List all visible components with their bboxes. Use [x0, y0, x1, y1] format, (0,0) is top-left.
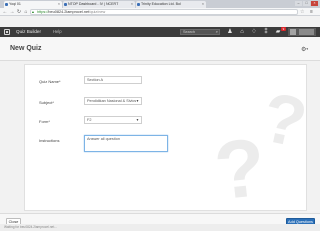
app-header: Quiz Builder Help Search ⌕ ♟ ⌂ ♢ ⁑ ▰ 9	[0, 27, 320, 37]
tab-close-icon[interactable]: ×	[131, 1, 133, 8]
subject-value: Pendidikan Nasional & Sivics	[87, 99, 137, 103]
caret-down-icon: ▼	[135, 99, 139, 103]
address-bar[interactable]: 🔒︎ https://beu0824.2lamprocel.net/quiz/n…	[30, 9, 298, 15]
browser-tab-label: Trinity Education Ltd. Bol	[141, 2, 181, 6]
subject-row: Subject* Pendidikan Nasional & Sivics ▼	[25, 97, 306, 111]
search-icon[interactable]: ⌕	[216, 30, 218, 34]
user-avatar[interactable]	[288, 28, 316, 36]
browser-toolbar: ← → ↻ ⌂ 🔒︎ https://beu0824.2lamprocel.ne…	[0, 8, 320, 16]
window-controls: – □ ×	[295, 1, 318, 6]
subject-label: Subject*	[39, 100, 54, 105]
status-text: Waiting for beu0824.2lamprocel.net...	[4, 225, 57, 229]
subject-select[interactable]: Pendidikan Nasional & Sivics ▼	[84, 97, 142, 105]
tab-favicon-icon	[5, 3, 8, 6]
instructions-label: Instructions	[39, 138, 60, 143]
home-icon[interactable]: ⌂	[23, 9, 29, 15]
browser-tab-label: Yoqi 01	[9, 2, 21, 6]
instructions-row: Instructions Answer all question	[25, 135, 306, 155]
maximize-icon[interactable]: □	[303, 1, 310, 6]
form-row: Form* F2 ▼	[25, 116, 306, 130]
minimize-icon[interactable]: –	[295, 1, 302, 6]
window-close-icon[interactable]: ×	[311, 1, 318, 6]
url-host: beu0824.2lamprocel.net	[48, 10, 90, 14]
url-scheme: https://	[37, 10, 49, 14]
app-logo-icon	[4, 29, 10, 35]
idea-icon[interactable]: ♢	[250, 28, 258, 36]
settings-menu[interactable]: ⚙▾	[301, 46, 308, 54]
instructions-value: Answer all question	[87, 137, 120, 141]
browser-tab[interactable]: NTOP Dashboard - IV | NCERT ×	[63, 1, 135, 8]
page-header: New Quiz ⚙▾	[0, 37, 320, 61]
tab-favicon-icon	[137, 3, 140, 6]
browser-tab[interactable]: Yoqi 01 ×	[4, 1, 62, 8]
forward-icon[interactable]: →	[9, 9, 15, 15]
home-icon[interactable]: ⌂	[238, 28, 246, 36]
form-label: Form*	[39, 119, 50, 124]
bookmark-star-icon[interactable]: ☆	[300, 9, 304, 15]
quiz-name-value: Section A	[87, 78, 104, 82]
browser-tab[interactable]: Trinity Education Ltd. Bol ×	[136, 1, 206, 8]
notification-badge: 9	[281, 27, 286, 31]
page-title: New Quiz	[10, 45, 42, 52]
app-title[interactable]: Quiz Builder	[16, 27, 41, 37]
browser-tab-strip: Yoqi 01 × NTOP Dashboard - IV | NCERT × …	[0, 0, 320, 8]
browser-menu-icon[interactable]: ≡	[310, 9, 313, 15]
lock-icon: 🔒︎	[32, 10, 34, 14]
browser-status-bar: Waiting for beu0824.2lamprocel.net...	[0, 224, 320, 231]
quiz-form-card: ? ? Quiz Name* Section A Subject* Pendid…	[24, 64, 307, 211]
tab-close-icon[interactable]: ×	[58, 1, 60, 8]
caret-down-icon: ▼	[135, 118, 139, 122]
browser-tab-label: NTOP Dashboard - IV | NCERT	[68, 2, 119, 6]
screenshot: Yoqi 01 × NTOP Dashboard - IV | NCERT × …	[0, 0, 320, 231]
search-placeholder: Search	[183, 30, 196, 34]
url-path: /quiz/new	[89, 10, 106, 14]
tab-favicon-icon	[64, 3, 67, 6]
instructions-textarea[interactable]: Answer all question	[84, 135, 168, 152]
quiz-name-field[interactable]: Section A	[84, 76, 142, 84]
bell-icon[interactable]: ♟	[226, 28, 234, 36]
search-input[interactable]: Search ⌕	[180, 29, 220, 35]
back-icon[interactable]: ←	[2, 9, 8, 15]
caret-down-icon: ▾	[306, 47, 309, 51]
quiz-name-label: Quiz Name*	[39, 79, 61, 84]
form-select[interactable]: F2 ▼	[84, 116, 142, 124]
form-value: F2	[87, 118, 92, 122]
apps-icon[interactable]: ⁑	[262, 28, 270, 36]
quiz-name-row: Quiz Name* Section A	[25, 76, 306, 90]
reload-icon[interactable]: ↻	[16, 9, 22, 15]
tab-close-icon[interactable]: ×	[202, 1, 204, 8]
help-link[interactable]: Help	[53, 27, 62, 37]
